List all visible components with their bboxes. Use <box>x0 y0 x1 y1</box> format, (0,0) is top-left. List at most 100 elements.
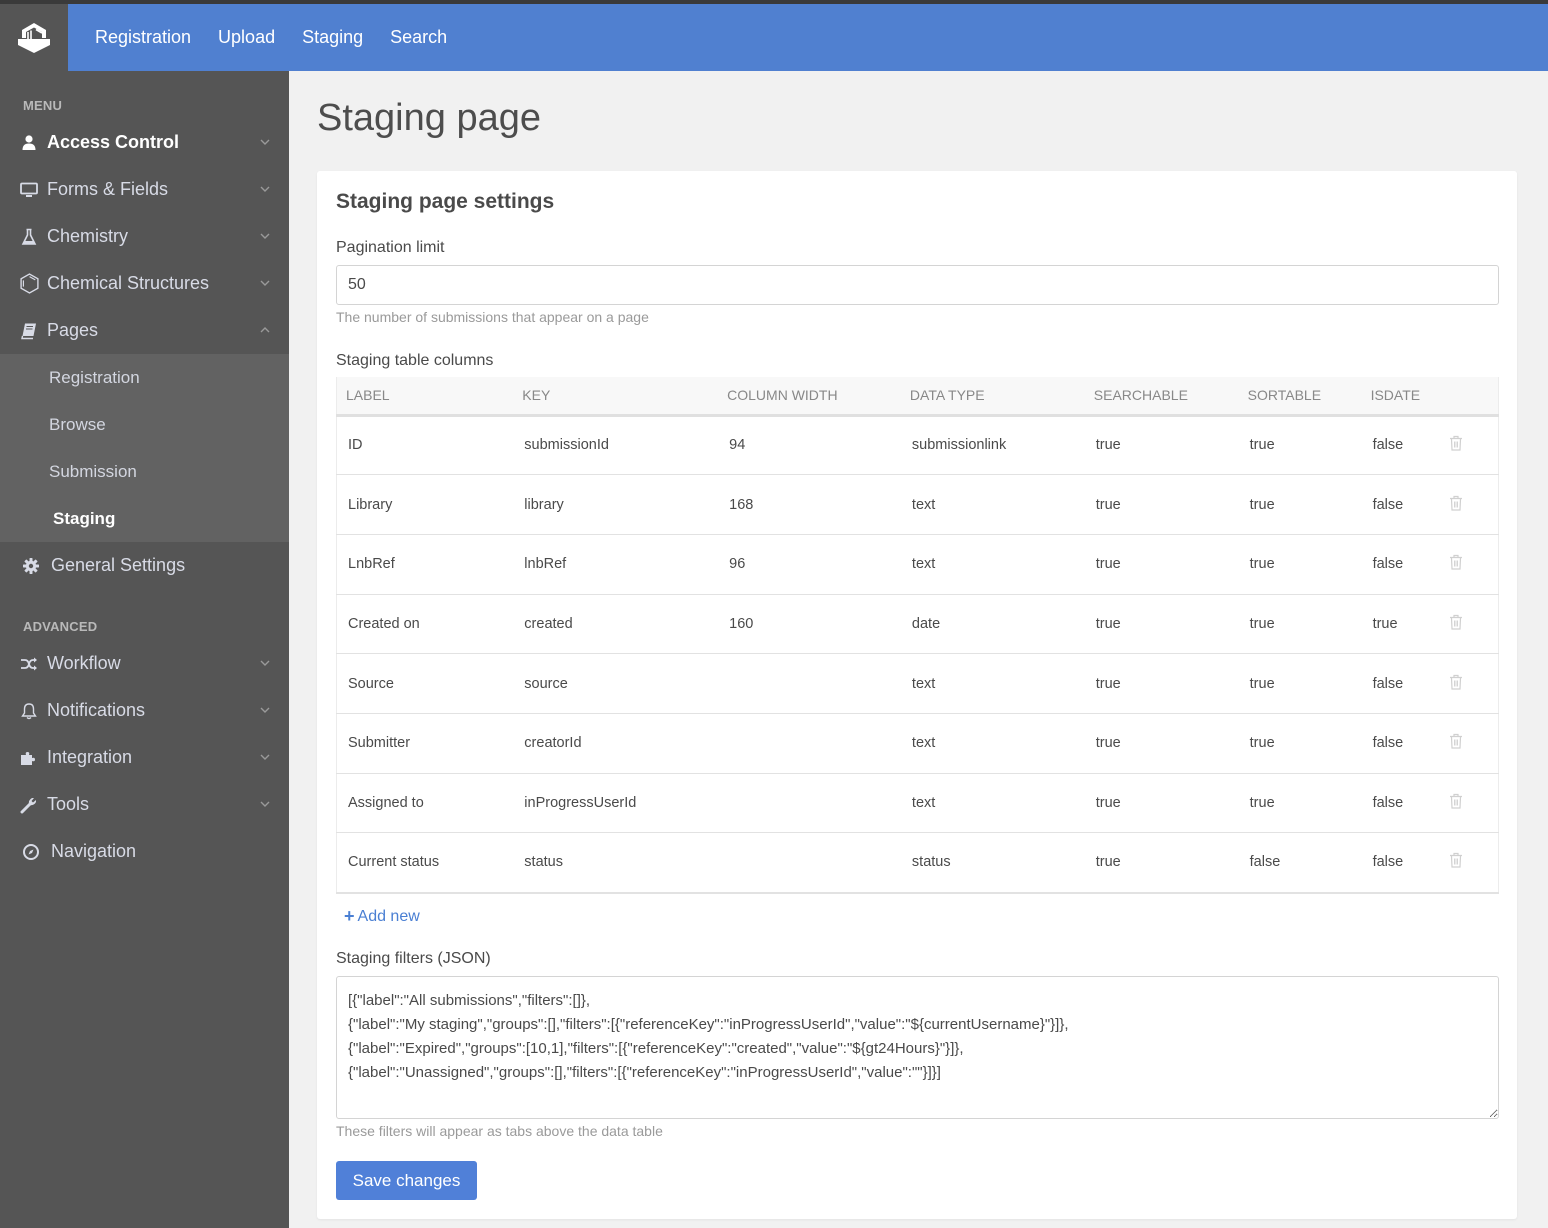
cell-searchable: true <box>1095 437 1121 454</box>
cell-column-width: 160 <box>729 615 754 632</box>
cell-sortable: true <box>1249 794 1275 811</box>
sidebar-item-label: Chemistry <box>47 226 129 246</box>
trash-icon[interactable] <box>1449 674 1463 690</box>
plus-icon: + <box>344 906 355 926</box>
sidebar-subitem-staging[interactable]: Staging <box>0 495 289 542</box>
sidebar-item-label: Pages <box>47 320 99 340</box>
column-header-label: LABEL <box>346 387 390 404</box>
sidebar-item-notifications[interactable]: Notifications <box>0 687 289 734</box>
cell-searchable: true <box>1095 854 1121 871</box>
cell-data-type: text <box>911 556 936 573</box>
cell-isdate: false <box>1372 556 1404 573</box>
trash-icon[interactable] <box>1449 733 1463 749</box>
sidebar-item-label: Chemical Structures <box>47 273 210 293</box>
trash-icon[interactable] <box>1449 852 1463 869</box>
staging-filters-textarea[interactable]: [{"label":"All submissions","filters":[]… <box>336 976 1499 1119</box>
benzene-icon <box>18 273 40 295</box>
cell-isdate: false <box>1372 675 1404 692</box>
cell-data-type: text <box>911 794 936 811</box>
cell-searchable: true <box>1095 794 1121 811</box>
table-header-row: LABEL KEY COLUMN WIDTH DATA TYPE SEARCHA… <box>336 377 1499 415</box>
book-icon <box>18 320 40 342</box>
cell-actions <box>1449 713 1499 773</box>
card-title: Staging page settings <box>336 190 555 213</box>
table-row[interactable]: ID submissionId 94 submissionlink true true fa… <box>336 415 1499 475</box>
table-row[interactable]: Current status status status true false false <box>336 833 1499 893</box>
cell-isdate: false <box>1372 794 1404 811</box>
cell-isdate: false <box>1372 735 1404 752</box>
sidebar-subitem-registration[interactable]: Registration <box>0 354 289 401</box>
table-row[interactable]: Submitter creatorId text true true false <box>336 713 1499 774</box>
cell-data-type: date <box>911 615 941 632</box>
sidebar-item-tools[interactable]: Tools <box>0 781 289 828</box>
trash-icon[interactable] <box>1449 793 1463 809</box>
trash-icon[interactable] <box>1449 614 1463 630</box>
cell-label: Assigned to <box>348 794 424 811</box>
column-header-searchable: SEARCHABLE <box>1093 387 1188 404</box>
sidebar-item-general-settings[interactable]: General Settings <box>0 542 289 589</box>
nav-upload[interactable]: Upload <box>218 27 275 48</box>
monitor-icon <box>18 179 40 201</box>
cell-label: Library <box>348 496 393 513</box>
cell-key: inProgressUserId <box>524 794 637 811</box>
save-changes-button[interactable]: Save changes <box>336 1161 477 1200</box>
nav-staging[interactable]: Staging <box>302 27 363 48</box>
chevron-down-icon <box>260 754 270 760</box>
column-header-sortable: SORTABLE <box>1247 387 1322 404</box>
cell-sortable: true <box>1249 675 1275 692</box>
pages-submenu: Registration Browse Submission Staging <box>0 354 289 542</box>
sidebar-subitem-browse[interactable]: Browse <box>0 401 289 448</box>
cell-label: Source <box>348 675 394 692</box>
trash-icon[interactable] <box>1449 435 1463 451</box>
sidebar-subitem-submission[interactable]: Submission <box>0 448 289 495</box>
cell-sortable: true <box>1249 735 1275 752</box>
add-new-label: Add new <box>357 907 420 925</box>
app-logo[interactable] <box>0 4 68 71</box>
cell-label: ID <box>348 437 363 454</box>
cell-actions <box>1449 833 1499 893</box>
table-row[interactable]: LnbRef lnbRef 96 text true true false <box>336 534 1499 595</box>
table-body: ID submissionId 94 submissionlink true true fa… <box>336 415 1499 893</box>
table-row[interactable]: Library library 168 text true true false <box>336 475 1499 535</box>
cell-column-width <box>718 833 901 893</box>
pagination-limit-input[interactable] <box>336 265 1499 305</box>
sidebar-item-workflow[interactable]: Workflow <box>0 640 289 687</box>
table-row[interactable]: Created on created 160 date true true true <box>336 594 1499 654</box>
sidebar-item-label: Tools <box>47 794 90 814</box>
cell-actions <box>1449 415 1499 475</box>
trash-icon[interactable] <box>1449 554 1463 570</box>
trash-icon[interactable] <box>1449 495 1463 511</box>
chevron-down-icon <box>260 280 270 286</box>
sidebar-item-navigation[interactable]: Navigation <box>0 828 289 875</box>
chevron-down-icon <box>260 139 270 145</box>
cell-label: Current status <box>348 854 440 871</box>
cell-label: Submitter <box>348 735 411 752</box>
cell-data-type: submissionlink <box>911 437 1007 454</box>
cell-searchable: true <box>1095 556 1121 573</box>
compass-icon <box>20 841 42 863</box>
chevron-down-icon <box>260 186 270 192</box>
cell-isdate: false <box>1372 496 1404 513</box>
nav-search[interactable]: Search <box>390 27 447 48</box>
cell-sortable: true <box>1249 437 1275 454</box>
table-row[interactable]: Source source text true true false <box>336 654 1499 714</box>
cell-sortable: false <box>1249 854 1281 871</box>
cell-data-type: status <box>911 854 951 871</box>
nav-registration[interactable]: Registration <box>95 27 191 48</box>
sidebar-item-access-control[interactable]: Access Control <box>0 119 289 166</box>
cell-key: status <box>524 854 563 871</box>
cell-column-width <box>718 773 901 833</box>
cell-sortable: true <box>1249 496 1275 513</box>
sidebar-item-chemical-structures[interactable]: Chemical Structures <box>0 260 289 307</box>
table-row[interactable]: Assigned to inProgressUserId text true true f… <box>336 773 1499 833</box>
sidebar-item-integration[interactable]: Integration <box>0 734 289 781</box>
sidebar-item-label: Navigation <box>51 841 137 861</box>
cell-isdate: false <box>1372 854 1404 871</box>
sidebar-item-pages[interactable]: Pages <box>0 307 289 354</box>
cube-logo-icon <box>18 22 50 53</box>
chevron-down-icon <box>260 233 270 239</box>
sidebar-item-forms-fields[interactable]: Forms & Fields <box>0 166 289 213</box>
add-new-column-button[interactable]: + Add new <box>344 906 420 927</box>
sidebar-item-label: General Settings <box>51 555 186 575</box>
sidebar-item-chemistry[interactable]: Chemistry <box>0 213 289 260</box>
